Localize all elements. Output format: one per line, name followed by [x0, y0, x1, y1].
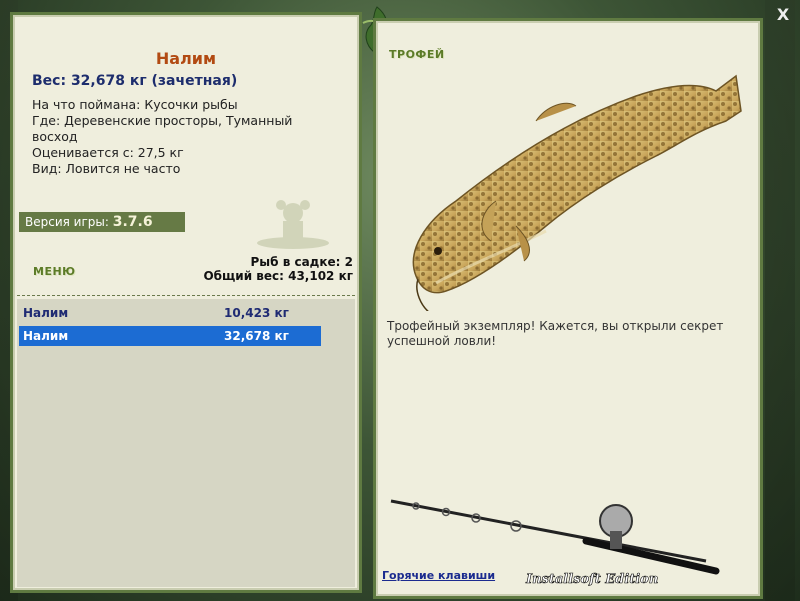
catch-stats: Рыб в садке: 2 Общий вес: 43,102 кг	[203, 255, 353, 283]
catch-fish-weight: 10,423 кг	[224, 306, 289, 320]
catch-list-item[interactable]: Налим 10,423 кг	[19, 303, 321, 323]
fish-count: Рыб в садке: 2	[250, 255, 354, 269]
menu-button[interactable]: МЕНЮ	[33, 265, 76, 278]
bait-info: На что поймана: Кусочки рыбы	[32, 97, 238, 112]
hotkeys-link[interactable]: Горячие клавиши	[382, 569, 495, 582]
version-label: Версия игры:	[25, 215, 109, 229]
location-info: Где: Деревенские просторы, Туманный восх…	[32, 113, 293, 144]
installsoft-watermark: Installsoft Edition	[525, 572, 658, 587]
game-version: Версия игры: 3.7.6	[19, 212, 185, 232]
fish-info-panel: Налим Вес: 32,678 кг (зачетная) На что п…	[10, 12, 362, 593]
divider	[17, 295, 355, 296]
catch-fish-weight: 32,678 кг	[224, 329, 289, 343]
species-info: Вид: Ловится не часто	[32, 161, 181, 176]
catch-fish-name: Налим	[23, 306, 69, 320]
trophy-panel: ТРОФЕЙ Трофейный экземпляр! Кажется, вы …	[373, 18, 763, 599]
burbot-fish-image	[412, 74, 742, 311]
total-weight: Общий вес: 43,102 кг	[203, 269, 353, 283]
valuation-info: Оценивается с: 27,5 кг	[32, 145, 184, 160]
close-button[interactable]: X	[773, 5, 793, 25]
boat-watermark-icon	[257, 200, 329, 249]
catch-list-item-selected[interactable]: Налим 32,678 кг	[19, 326, 321, 346]
trophy-description: Трофейный экземпляр! Кажется, вы открыли…	[387, 319, 724, 348]
catch-fish-name: Налим	[23, 329, 69, 343]
version-value: 3.7.6	[112, 214, 153, 230]
fish-name-title: Налим	[155, 49, 217, 68]
fish-weight: Вес: 32,678 кг (зачетная)	[32, 73, 238, 89]
